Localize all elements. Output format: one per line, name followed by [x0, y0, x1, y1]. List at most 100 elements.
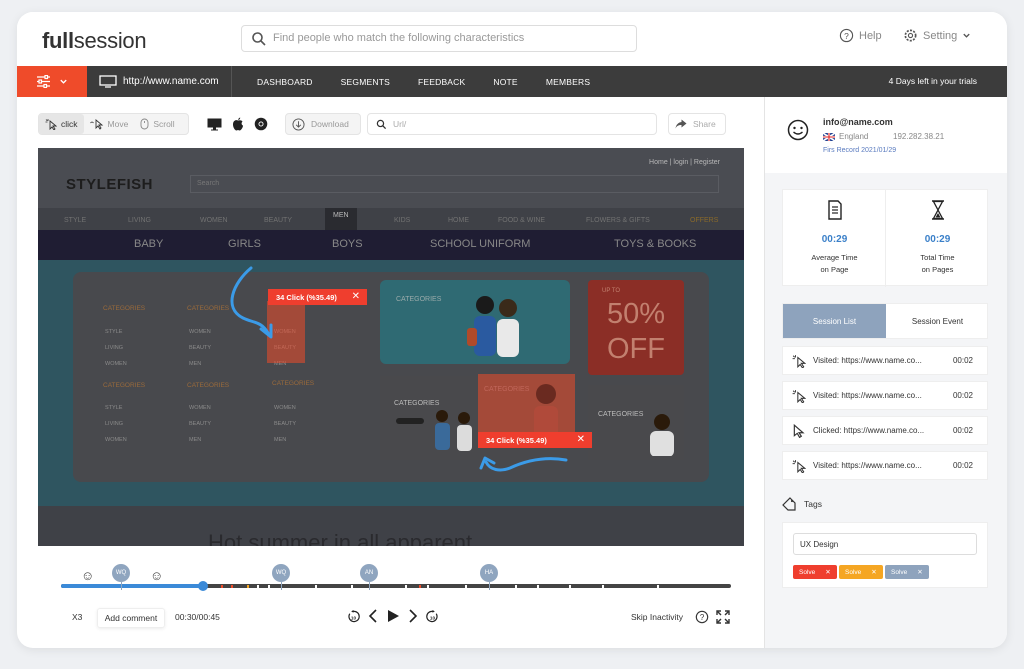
nav-item-members[interactable]: MEMBERS [546, 77, 590, 87]
nav-item-note[interactable]: NOTE [493, 77, 517, 87]
session-replay-view[interactable]: Home | login | Register STYLEFISH Search… [38, 148, 744, 546]
filter-menu-button[interactable] [17, 66, 87, 97]
replay-bottom-heading: Hot summer in all apparent [208, 530, 473, 546]
smile-icon[interactable]: ☺ [81, 568, 94, 583]
device-filter [207, 113, 273, 135]
click-icon [792, 355, 806, 368]
speed-toggle[interactable]: X3 [72, 612, 82, 622]
desktop-icon[interactable] [207, 118, 222, 131]
svg-text:?: ? [700, 613, 705, 622]
chevron-left-icon[interactable] [368, 609, 378, 623]
help-icon[interactable]: ? [695, 610, 709, 624]
gear-icon [904, 29, 917, 42]
nav-url[interactable]: http://www.name.com [99, 66, 232, 97]
help-icon: ? [839, 28, 854, 43]
tag-chip[interactable]: Solve ✕ [885, 565, 929, 579]
comment-marker[interactable]: WQ [112, 564, 130, 582]
user-email: info@name.com [823, 117, 893, 127]
download-icon [292, 117, 305, 131]
list-item[interactable]: Visited: https://www.name.co... 00:02 [782, 451, 988, 480]
timeline-track[interactable] [61, 584, 731, 588]
play-icon[interactable] [386, 609, 400, 623]
replay-subnav: BABY GIRLS BOYS SCHOOL UNIFORM TOYS & BO… [38, 230, 744, 260]
setting-dropdown[interactable]: Setting [903, 28, 971, 43]
help-button[interactable]: ? Help [839, 28, 882, 43]
playback-controls: 10 10 [347, 609, 439, 623]
tab-session-list[interactable]: Session List [783, 304, 886, 338]
chevron-down-icon [60, 79, 67, 84]
tab-session-event[interactable]: Session Event [886, 304, 989, 338]
scroll-mode-button[interactable]: Scroll [134, 114, 180, 134]
chrome-icon[interactable] [254, 117, 268, 131]
timeline-progress [61, 584, 202, 588]
user-info-card: info@name.com England 192.282.38.21 Firs… [765, 97, 1007, 173]
tag-input[interactable]: UX Design [793, 533, 977, 555]
share-icon [675, 119, 687, 129]
playback-time: 00:30/00:45 [175, 612, 220, 622]
nav-item-segments[interactable]: SEGMENTS [341, 77, 390, 87]
list-item[interactable]: Clicked: https://www.name.co... 00:02 [782, 416, 988, 445]
boy-photo-icon [650, 414, 674, 456]
chevron-right-icon[interactable] [408, 609, 418, 623]
uk-flag-icon [822, 132, 836, 142]
nav-item-dashboard[interactable]: DASHBOARD [257, 77, 313, 87]
hourglass-icon [932, 200, 944, 220]
tag-chip[interactable]: Solve ✕ [793, 565, 837, 579]
download-button[interactable]: Download [285, 113, 361, 135]
rewind-10-icon[interactable]: 10 [347, 609, 360, 623]
replay-category-bar: STYLE LIVING WOMEN BEAUTY MEN KIDS HOME … [38, 208, 744, 230]
replay-brand-logo: STYLEFISH [66, 176, 154, 193]
session-side-panel: info@name.com England 192.282.38.21 Firs… [764, 97, 1007, 648]
close-icon[interactable]: ✕ [917, 568, 922, 576]
share-button[interactable]: Share [668, 113, 726, 135]
skip-inactivity-toggle[interactable]: Skip Inactivity [631, 612, 683, 622]
document-icon [828, 200, 842, 220]
cursor-icon [793, 424, 805, 438]
svg-text:?: ? [844, 31, 849, 41]
click-icon [792, 390, 806, 403]
trial-notice: 4 Days left in your trials [888, 76, 977, 86]
user-smile-icon [787, 119, 809, 141]
apple-icon[interactable] [232, 117, 244, 131]
replay-top-links: Home | login | Register [649, 159, 720, 166]
svg-text:10: 10 [351, 615, 357, 620]
add-comment-button[interactable]: Add comment [97, 608, 165, 628]
close-icon[interactable]: ✕ [871, 568, 876, 576]
fullscreen-icon[interactable] [716, 610, 730, 624]
user-ip: 192.282.38.21 [893, 132, 945, 141]
click-mode-button[interactable]: click [39, 114, 84, 134]
main-nav: http://www.name.com DASHBOARD SEGMENTS F… [17, 66, 1007, 97]
first-record-date: Firs Record 2021/01/29 [823, 147, 897, 154]
tag-chip[interactable]: Solve ✕ [839, 565, 883, 579]
mode-toolbar: click Move Scroll [38, 113, 189, 135]
search-input[interactable]: Find people who match the following char… [241, 25, 637, 52]
tag-icon [782, 497, 796, 511]
app-window: fullsession Find people who match the fo… [17, 12, 1007, 648]
close-icon[interactable]: ✕ [577, 434, 585, 445]
close-icon[interactable]: ✕ [352, 291, 360, 302]
app-logo[interactable]: fullsession [42, 28, 147, 54]
user-location: England [822, 132, 868, 142]
comment-marker[interactable]: WQ [272, 564, 290, 582]
scroll-icon [140, 118, 149, 130]
forward-10-icon[interactable]: 10 [426, 609, 439, 623]
svg-text:10: 10 [430, 615, 436, 620]
search-icon [376, 119, 387, 129]
total-time-stat: 00:29 Total Time on Pages [886, 190, 989, 287]
list-item[interactable]: Visited: https://www.name.co... 00:02 [782, 346, 988, 375]
comment-marker[interactable]: HA [480, 564, 498, 582]
nav-item-feedback[interactable]: FEEDBACK [418, 77, 465, 87]
woman-photo-icon [534, 384, 558, 438]
move-mode-button[interactable]: Move [84, 114, 135, 134]
move-icon [89, 119, 103, 130]
list-item[interactable]: Visited: https://www.name.co... 00:02 [782, 381, 988, 410]
monitor-icon [99, 75, 117, 88]
chevron-down-icon [963, 33, 970, 38]
timeline-scrubber[interactable] [198, 581, 208, 591]
url-filter-input[interactable]: Url/ [367, 113, 657, 135]
close-icon[interactable]: ✕ [825, 568, 830, 576]
arrow-annotation-2 [479, 456, 568, 472]
comment-marker[interactable]: AN [360, 564, 378, 582]
smile-icon[interactable]: ☺ [150, 568, 163, 583]
kids-photo-icon [467, 296, 519, 357]
